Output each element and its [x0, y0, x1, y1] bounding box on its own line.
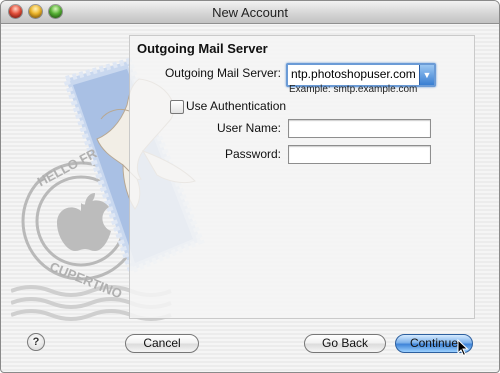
- outgoing-server-value[interactable]: ntp.photoshopuser.com: [291, 67, 415, 81]
- section-title: Outgoing Mail Server: [137, 41, 268, 56]
- go-back-button[interactable]: Go Back: [304, 334, 386, 353]
- outgoing-server-label: Outgoing Mail Server:: [164, 66, 281, 80]
- use-authentication-checkbox[interactable]: [170, 100, 184, 114]
- use-authentication-label[interactable]: Use Authentication: [186, 99, 286, 113]
- cancel-button[interactable]: Cancel: [125, 334, 199, 353]
- mouse-pointer-icon: [457, 339, 469, 357]
- username-label: User Name:: [216, 121, 281, 135]
- password-field[interactable]: [288, 145, 431, 164]
- help-button[interactable]: ?: [27, 333, 45, 351]
- apple-logo-icon: [57, 193, 111, 251]
- password-label: Password:: [224, 147, 281, 161]
- title-bar: New Account: [1, 1, 499, 24]
- window-title: New Account: [212, 5, 288, 20]
- server-example-hint: Example: smtp.example.com: [289, 84, 418, 95]
- dropdown-arrow-icon[interactable]: ▼: [419, 65, 434, 85]
- username-field[interactable]: [288, 119, 431, 138]
- postmark-text-top: HELLO FR: [35, 145, 100, 189]
- new-account-window: New Account HELLO FR CUPERTINO Outgoing …: [0, 0, 500, 373]
